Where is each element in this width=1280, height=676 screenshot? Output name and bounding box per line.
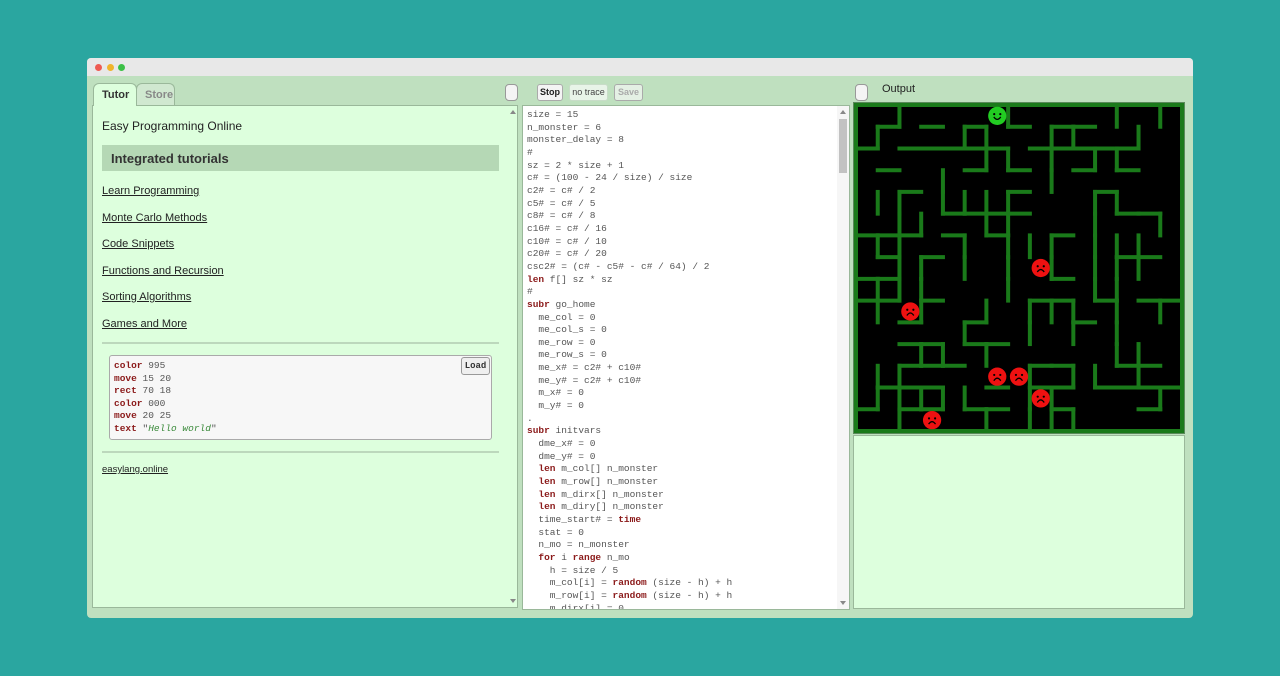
code-line: len f[] sz * sz: [527, 273, 613, 285]
code-line: stat = 0: [527, 526, 585, 538]
code-line: sz = 2 * size + 1: [527, 159, 624, 171]
code-line: subr go_home: [527, 298, 596, 310]
section-header: Integrated tutorials: [102, 145, 499, 171]
code-text[interactable]: size = 15 n_monster = 6 monster_delay = 8 #…: [527, 109, 733, 610]
code-line: move 15 20: [114, 372, 172, 384]
monster-sprite: [988, 367, 1007, 386]
tutorial-panel: Easy Programming Online Integrated tutor…: [92, 105, 518, 608]
code-line: len m_diry[] n_monster: [538, 501, 664, 513]
editor-scrollbar[interactable]: [837, 106, 849, 609]
code-line: c2# = c# / 2: [527, 184, 596, 196]
code-line: me_row_s = 0: [527, 349, 607, 361]
code-line: c5# = c# / 5: [527, 197, 596, 209]
code-line: me_row = 0: [527, 336, 596, 348]
app-window: Tutor Store Easy Programming Online Inte…: [87, 58, 1193, 618]
example-code-box[interactable]: color 995 move 15 20 rect 70 18 color 00…: [109, 355, 492, 440]
code-line: move 20 25: [114, 410, 172, 422]
code-line: me_x# = c2# + c10#: [527, 362, 642, 374]
code-line: time_start# = time: [527, 514, 642, 525]
window-titlebar: [87, 58, 1193, 76]
page-title: Easy Programming Online: [102, 119, 243, 133]
code-line: m_x# = 0: [527, 387, 585, 399]
code-line: n_mo = n_monster: [527, 539, 630, 551]
code-line: len m_dirx[] n_monster: [538, 488, 664, 500]
link-code-snippets[interactable]: Code Snippets: [102, 238, 174, 250]
code-line: c10# = c# / 10: [527, 235, 607, 247]
maze-graphic: [854, 103, 1184, 433]
maximize-window-icon[interactable]: [118, 64, 125, 71]
code-line: me_col = 0: [527, 311, 596, 323]
link-functions-and-recursion[interactable]: Functions and Recursion: [102, 265, 224, 277]
output-toggle-checkbox[interactable]: [855, 84, 868, 101]
load-button[interactable]: Load: [461, 357, 490, 375]
code-line: len m_row[] n_monster: [538, 476, 659, 488]
code-line: size = 15: [527, 109, 579, 120]
code-line: n_monster = 6: [527, 121, 602, 133]
code-line: dme_y# = 0: [527, 450, 596, 462]
scroll-down-icon[interactable]: [840, 601, 846, 605]
monster-sprite: [1031, 389, 1050, 408]
footer-link[interactable]: easylang.online: [102, 464, 168, 475]
stop-button[interactable]: Stop: [537, 84, 563, 101]
code-line: color 995: [114, 360, 166, 371]
maze-sprites: [901, 106, 1050, 430]
code-line: c8# = c# / 8: [527, 210, 596, 222]
scroll-up-icon[interactable]: [840, 110, 846, 114]
code-line: csc2# = (c# - c5# - c# / 64) / 2: [527, 260, 710, 272]
monster-sprite: [901, 302, 920, 321]
code-line: me_col_s = 0: [527, 324, 607, 336]
tab-store[interactable]: Store: [136, 83, 175, 105]
code-line: text "Hello world": [114, 422, 217, 434]
output-text-area: [853, 435, 1185, 609]
no-trace-button[interactable]: no trace: [569, 84, 608, 101]
code-line: color 000: [114, 397, 166, 409]
scroll-up-icon[interactable]: [510, 110, 516, 114]
game-canvas[interactable]: [853, 102, 1185, 434]
code-line: m_row[i] = random (size - h) + h: [527, 589, 733, 601]
code-line: monster_delay = 8: [527, 134, 624, 146]
code-line: m_col[i] = random (size - h) + h: [527, 577, 733, 589]
code-line: c20# = c# / 20: [527, 248, 607, 260]
code-line: me_y# = c2# + c10#: [527, 374, 642, 386]
code-line: c# = (100 - 24 / size) / size: [527, 172, 693, 184]
code-line: subr initvars: [527, 425, 602, 437]
code-line: h = size / 5: [527, 564, 619, 576]
divider: [102, 342, 499, 344]
tab-tutor[interactable]: Tutor: [93, 83, 137, 106]
scroll-down-icon[interactable]: [510, 599, 516, 603]
save-button[interactable]: Save: [614, 84, 643, 101]
monster-sprite: [1009, 367, 1029, 386]
tutorial-scrollbar[interactable]: [507, 106, 517, 607]
code-line: for i range n_mo: [538, 551, 630, 563]
code-line: m_dirx[i] = 0: [527, 602, 624, 610]
output-label: Output: [882, 83, 916, 95]
link-learn-programming[interactable]: Learn Programming: [102, 185, 199, 197]
monster-sprite: [1031, 258, 1050, 278]
code-line: #: [527, 286, 533, 298]
scrollbar-thumb[interactable]: [839, 119, 847, 173]
tutorial-toggle-checkbox[interactable]: [505, 84, 518, 101]
code-line: #: [527, 146, 533, 158]
link-sorting-algorithms[interactable]: Sorting Algorithms: [102, 291, 191, 303]
code-editor[interactable]: size = 15 n_monster = 6 monster_delay = 8 #…: [522, 105, 850, 610]
minimize-window-icon[interactable]: [107, 64, 114, 71]
code-line: dme_x# = 0: [527, 438, 596, 450]
divider: [102, 451, 499, 453]
link-games-and-more[interactable]: Games and More: [102, 318, 187, 330]
code-line: m_y# = 0: [527, 400, 585, 412]
code-line: .: [527, 412, 533, 424]
player-sprite: [988, 106, 1007, 125]
close-window-icon[interactable]: [95, 64, 102, 71]
code-line: c16# = c# / 16: [527, 222, 607, 234]
code-line: rect 70 18: [114, 385, 172, 397]
link-monte-carlo-methods[interactable]: Monte Carlo Methods: [102, 212, 207, 224]
monster-sprite: [922, 411, 942, 430]
code-line: len m_col[] n_monster: [538, 463, 659, 475]
